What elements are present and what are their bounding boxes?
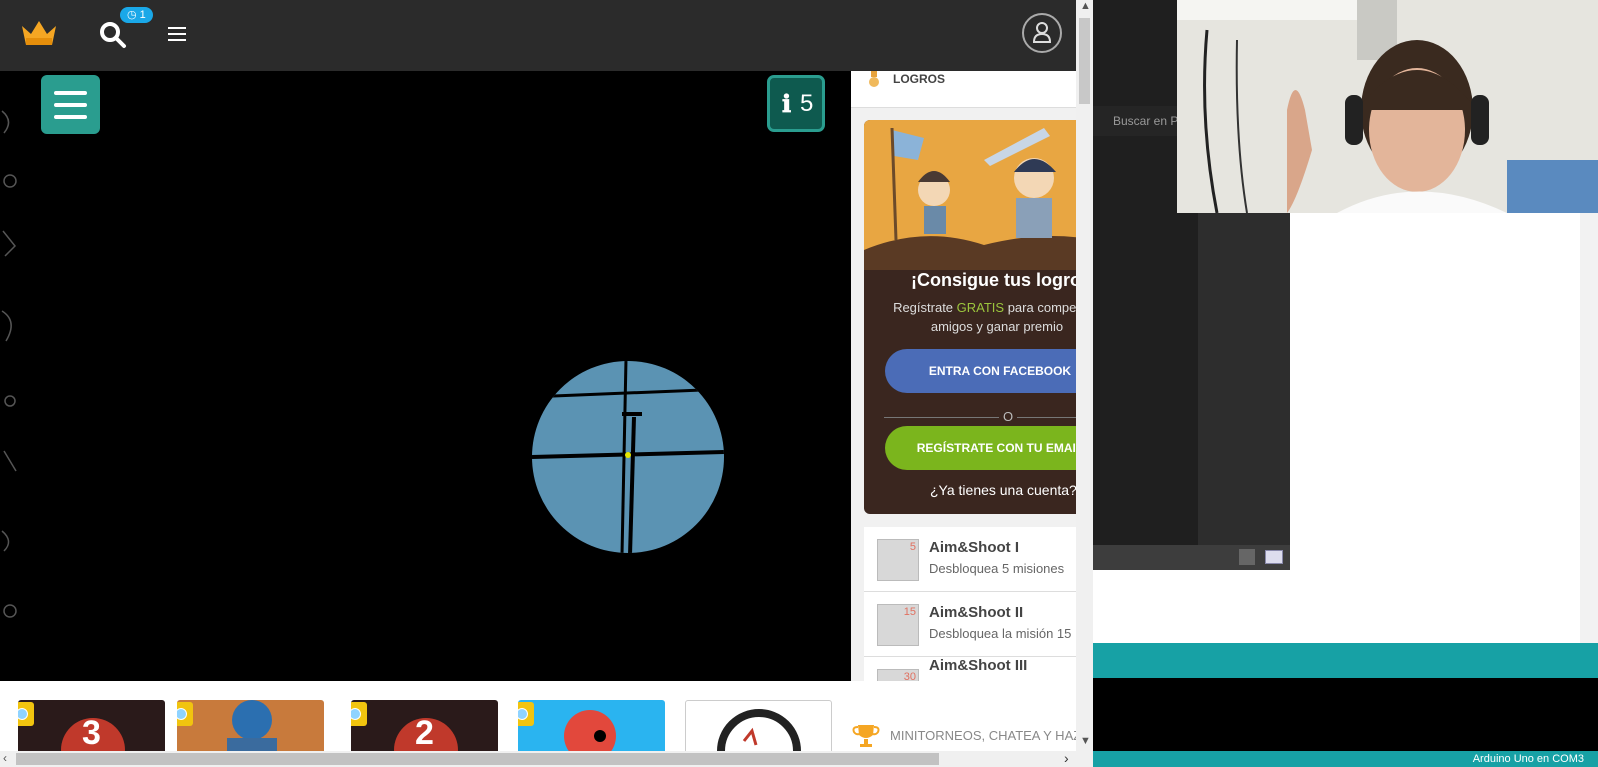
promo-free-highlight: GRATIS	[956, 300, 1005, 315]
bullet-icon: ℹ	[782, 91, 792, 118]
hamburger-menu-icon[interactable]	[166, 24, 188, 44]
sniper-scope[interactable]	[530, 359, 726, 555]
ide-vertical-scrollbar[interactable]	[1580, 213, 1598, 643]
user-account-button[interactable]	[1022, 13, 1062, 53]
horizontal-scrollbar-thumb[interactable]	[16, 753, 939, 765]
ide-toolbar	[1093, 545, 1290, 570]
achievement-badge-number: 15	[903, 606, 916, 618]
thumbnail-label: 3	[82, 714, 101, 752]
webcam-overlay	[1177, 0, 1598, 213]
achievement-item[interactable]: 30 Aim&Shoot III	[864, 657, 1076, 681]
achievement-item[interactable]: 15 Aim&Shoot II Desbloquea la misión 15	[864, 592, 1076, 657]
signup-promo-card: ¡Consigue tus logros Regístrate GRATIS p…	[864, 120, 1076, 514]
more-options-icon[interactable]	[1239, 549, 1255, 565]
divider-line	[884, 417, 1076, 418]
promo-text: Regístrate GRATIS para compet tus amigos…	[882, 298, 1076, 336]
scroll-down-icon[interactable]: ▼	[1080, 735, 1091, 747]
new-badge-icon	[518, 702, 534, 726]
scroll-right-icon[interactable]: ›	[1064, 750, 1069, 766]
achievement-item[interactable]: 5 Aim&Shoot I Desbloquea 5 misiones	[864, 527, 1076, 592]
top-bar	[0, 0, 1076, 71]
achievements-panel[interactable]: LOGROS ¡Consigue tus logros Regístrate G…	[851, 71, 1076, 681]
heroes-illustration	[864, 120, 1076, 270]
achievement-badge-number: 30	[903, 671, 916, 681]
new-badge-icon	[177, 702, 193, 726]
game-menu-button[interactable]	[41, 75, 100, 134]
ammo-count: 5	[800, 90, 814, 117]
webcam-person-image	[1177, 0, 1598, 213]
new-badge-icon	[351, 702, 367, 726]
achievement-desc: Desbloquea 5 misiones	[929, 561, 1065, 576]
ide-search-placeholder: Buscar en P¿	[1113, 114, 1186, 128]
notification-badge[interactable]: ◷ 1	[120, 7, 153, 23]
medal-icon	[869, 71, 879, 87]
facebook-login-button[interactable]: ENTRA CON FACEBOOK	[885, 349, 1076, 393]
email-signup-button[interactable]: REGÍSTRATE CON TU EMAIL	[885, 426, 1076, 470]
scroll-up-icon[interactable]: ▲	[1080, 0, 1091, 12]
ide-console-header	[1093, 643, 1598, 678]
achievement-title: Aim&Shoot I	[929, 539, 1019, 556]
login-link[interactable]: ¿Ya tienes una cuenta?	[930, 482, 1076, 498]
crown-logo-icon[interactable]	[20, 18, 58, 48]
achievement-title: Aim&Shoot II	[929, 604, 1024, 621]
promo-text-start: Regístrate	[893, 300, 957, 315]
ammo-counter: ℹ 5	[767, 75, 825, 132]
target-icon: 30	[877, 669, 919, 681]
vertical-scrollbar[interactable]	[1076, 0, 1093, 767]
vertical-scrollbar-thumb[interactable]	[1079, 18, 1090, 104]
target-icon: 5	[877, 539, 919, 581]
achievements-header: LOGROS	[851, 71, 1076, 108]
doodle-border-decoration	[1, 110, 17, 618]
clock-icon: ◷	[127, 9, 137, 21]
user-icon	[1032, 22, 1052, 43]
game-canvas[interactable]: ℹ 5	[0, 71, 851, 681]
or-label: O	[999, 409, 1018, 424]
promo-title: ¡Consigue tus logros	[911, 270, 1076, 290]
notification-count: 1	[139, 9, 146, 21]
achievement-title: Aim&Shoot III	[929, 657, 1028, 674]
or-divider: O	[884, 409, 1076, 425]
minitournaments-label[interactable]: MINITORNEOS, CHATEA Y HAZ A	[890, 728, 1093, 743]
new-badge-icon	[18, 702, 34, 726]
achievement-desc: Desbloquea la misión 15	[929, 626, 1072, 641]
ide-console-output	[1093, 678, 1598, 751]
ide-editor-lower[interactable]	[1093, 570, 1290, 643]
window-icon[interactable]	[1265, 550, 1283, 564]
search-icon[interactable]	[98, 20, 128, 50]
trophy-icon	[852, 725, 880, 747]
scroll-left-icon[interactable]: ‹	[3, 751, 7, 765]
achievement-badge-number: 5	[909, 541, 916, 553]
ide-editor-pane[interactable]	[1290, 213, 1580, 643]
ide-status-bar: Arduino Uno en COM3	[1093, 751, 1598, 767]
target-icon: 15	[877, 604, 919, 646]
thumbnail-label: 2	[415, 714, 434, 752]
achievements-title: LOGROS	[893, 72, 946, 86]
board-status: Arduino Uno en COM3	[1472, 753, 1584, 765]
